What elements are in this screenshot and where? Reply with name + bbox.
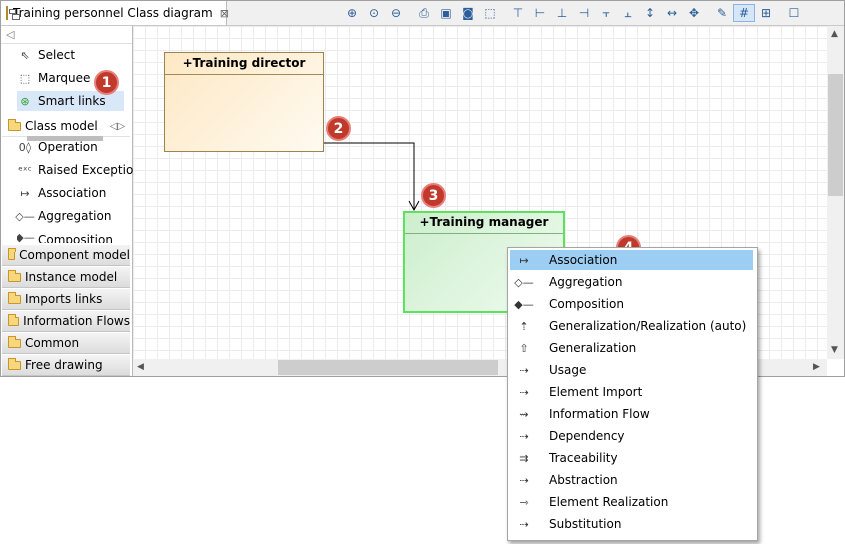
substitution-icon: ⇢ — [519, 517, 529, 531]
menu-item-label: Information Flow — [549, 407, 650, 421]
menu-item-dependency[interactable]: ⇢ Dependency — [510, 426, 753, 446]
menu-item-generalization-realization-auto[interactable]: ⇡ Generalization/Realization (auto) — [510, 316, 753, 336]
callout-badge-1: 1 — [94, 70, 119, 95]
menu-item-aggregation[interactable]: ◇— Aggregation — [510, 272, 753, 292]
aggregation-icon: ◇— — [514, 275, 534, 289]
menu-item-label: Substitution — [549, 517, 622, 531]
menu-item-abstraction[interactable]: ⇢ Abstraction — [510, 470, 753, 490]
menu-item-traceability[interactable]: ⇉ Traceability — [510, 448, 753, 468]
information-flow-icon: ⇝ — [519, 407, 529, 421]
association-link-line — [324, 142, 415, 209]
link-type-popup-menu: ↦ Association ◇— Aggregation ◆— Composition ⇡ G… — [507, 247, 758, 541]
callout-badge-2: 2 — [326, 116, 351, 141]
menu-item-element-realization[interactable]: ⇾ Element Realization — [510, 492, 753, 512]
menu-item-label: Element Realization — [549, 495, 669, 509]
menu-item-generalization[interactable]: ⇧ Generalization — [510, 338, 753, 358]
class-name: +Training manager — [405, 213, 563, 234]
dependency-icon: ⇢ — [519, 429, 529, 443]
element-realization-icon: ⇾ — [519, 495, 529, 509]
generalization-auto-icon: ⇡ — [519, 319, 529, 333]
class-name: +Training director — [165, 53, 323, 75]
abstraction-icon: ⇢ — [519, 473, 529, 487]
menu-item-label: Traceability — [549, 451, 618, 465]
composition-icon: ◆— — [514, 297, 534, 311]
association-icon: ↦ — [519, 253, 529, 267]
menu-item-label: Generalization — [549, 341, 637, 355]
menu-item-element-import[interactable]: ⇢ Element Import — [510, 382, 753, 402]
menu-item-label: Usage — [549, 363, 587, 377]
menu-item-label: Association — [549, 253, 618, 267]
menu-item-label: Abstraction — [549, 473, 618, 487]
menu-item-label: Dependency — [549, 429, 625, 443]
menu-item-label: Element Import — [549, 385, 643, 399]
traceability-icon: ⇉ — [519, 451, 529, 465]
menu-item-substitution[interactable]: ⇢ Substitution — [510, 514, 753, 534]
callout-badge-3: 3 — [421, 183, 446, 208]
menu-item-label: Generalization/Realization (auto) — [549, 319, 747, 333]
menu-item-label: Composition — [549, 297, 624, 311]
menu-item-label: Aggregation — [549, 275, 623, 289]
class-training-director[interactable]: +Training director — [164, 52, 324, 152]
menu-item-usage[interactable]: ⇢ Usage — [510, 360, 753, 380]
usage-icon: ⇢ — [519, 363, 529, 377]
menu-item-association[interactable]: ↦ Association — [510, 250, 753, 270]
menu-item-information-flow[interactable]: ⇝ Information Flow — [510, 404, 753, 424]
generalization-icon: ⇧ — [519, 341, 529, 355]
menu-item-composition[interactable]: ◆— Composition — [510, 294, 753, 314]
element-import-icon: ⇢ — [519, 385, 529, 399]
